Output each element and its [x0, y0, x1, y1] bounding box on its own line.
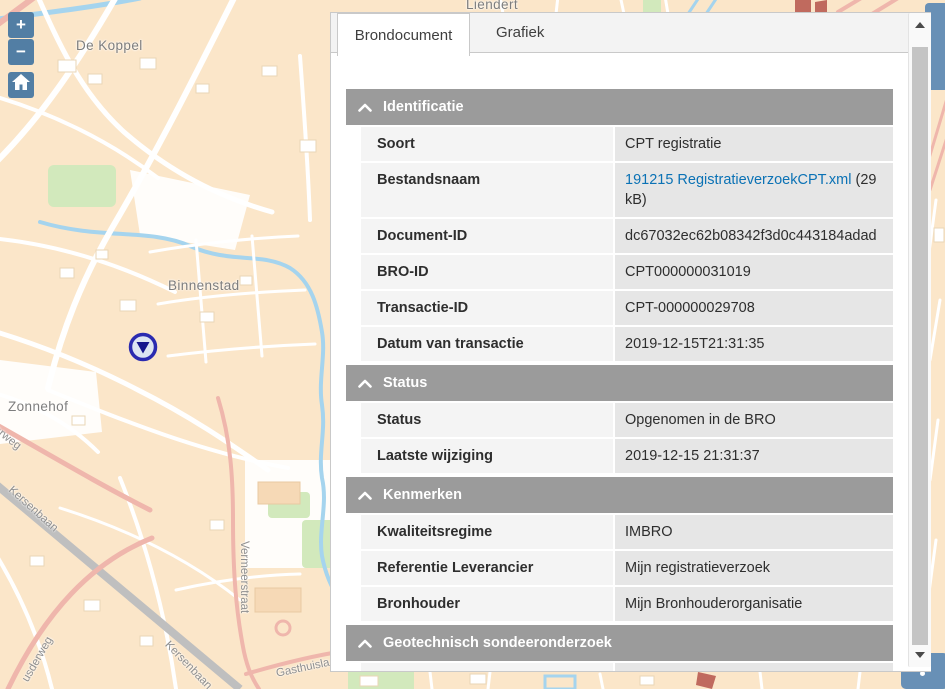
tab-bar: Brondocument Grafiek	[331, 13, 931, 53]
row-value: 2019-12-15 21:31:37	[615, 439, 893, 473]
chevron-up-icon	[358, 379, 372, 388]
section-header-status[interactable]: Status	[346, 365, 893, 401]
detail-panel: Brondocument Grafiek IdentificatieSoortC…	[330, 12, 931, 672]
row-value: dc67032ec62b08342f3d0c443184adad	[615, 219, 893, 253]
section-title: Kenmerken	[383, 487, 462, 503]
section-header-identificatie[interactable]: Identificatie	[346, 89, 893, 125]
zoom-controls: + −	[8, 12, 34, 65]
row-value: 2019-12-15T21:31:35	[615, 327, 893, 361]
row-label: Uitvoerder	[361, 663, 613, 671]
scroll-down-button[interactable]	[915, 652, 925, 658]
zoom-out-button[interactable]: −	[8, 39, 34, 65]
row-value: Mijn registratieverzoek	[615, 551, 893, 585]
detail-row: Datum van transactie2019-12-15T21:31:35	[361, 327, 893, 361]
row-value: 50200097	[615, 663, 893, 671]
detail-row: BRO-IDCPT000000031019	[361, 255, 893, 289]
row-label: Bronhouder	[361, 587, 613, 621]
section-title: Geotechnisch sondeeronderzoek	[383, 635, 612, 651]
row-label: Transactie-ID	[361, 291, 613, 325]
detail-row: BronhouderMijn Bronhouderorganisatie	[361, 587, 893, 621]
section-header-geotechnisch-sondeeronderzoek[interactable]: Geotechnisch sondeeronderzoek	[346, 625, 893, 661]
section-header-kenmerken[interactable]: Kenmerken	[346, 477, 893, 513]
chevron-up-icon	[358, 491, 372, 500]
detail-row: KwaliteitsregimeIMBRO	[361, 515, 893, 549]
app-window: De KoppelLiendertBinnenstadZonnehofkerwe…	[0, 0, 945, 689]
row-label: BRO-ID	[361, 255, 613, 289]
detail-row: Document-IDdc67032ec62b08342f3d0c443184a…	[361, 219, 893, 253]
home-button[interactable]	[8, 72, 34, 98]
zoom-in-button[interactable]: +	[8, 12, 34, 38]
detail-row: StatusOpgenomen in de BRO	[361, 403, 893, 437]
scroll-up-button[interactable]	[915, 22, 925, 28]
row-value: CPT-000000029708	[615, 291, 893, 325]
row-label: Soort	[361, 127, 613, 161]
detail-row: Referentie LeverancierMijn registratieve…	[361, 551, 893, 585]
chevron-up-icon	[358, 103, 372, 112]
scrollbar-thumb[interactable]	[912, 47, 928, 645]
tab-brondocument[interactable]: Brondocument	[337, 13, 470, 56]
file-download-link[interactable]: 191215 RegistratieverzoekCPT.xml	[625, 172, 851, 188]
section-title: Identificatie	[383, 99, 464, 115]
panel-content: Identificatie SoortCPT registratieBestand…	[331, 64, 931, 671]
row-label: Laatste wijziging	[361, 439, 613, 473]
detail-row: Transactie-IDCPT-000000029708	[361, 291, 893, 325]
chevron-up-icon	[358, 639, 372, 648]
row-value: IMBRO	[615, 515, 893, 549]
tab-grafiek[interactable]: Grafiek	[470, 13, 570, 52]
row-label: Datum van transactie	[361, 327, 613, 361]
row-value: 191215 RegistratieverzoekCPT.xml (29 kB)	[615, 163, 893, 217]
home-icon	[11, 73, 31, 91]
row-label: Referentie Leverancier	[361, 551, 613, 585]
detail-row: Bestandsnaam191215 RegistratieverzoekCPT…	[361, 163, 893, 217]
detail-row: Laatste wijziging2019-12-15 21:31:37	[361, 439, 893, 473]
row-label: Document-ID	[361, 219, 613, 253]
map-marker[interactable]	[126, 330, 160, 364]
detail-row: SoortCPT registratie	[361, 127, 893, 161]
panel-scrollbar[interactable]	[908, 13, 931, 667]
detail-row: Uitvoerder50200097	[361, 663, 893, 671]
section-title: Status	[383, 375, 427, 391]
row-value: CPT000000031019	[615, 255, 893, 289]
row-value: Opgenomen in de BRO	[615, 403, 893, 437]
row-label: Bestandsnaam	[361, 163, 613, 217]
row-value: Mijn Bronhouderorganisatie	[615, 587, 893, 621]
row-value: CPT registratie	[615, 127, 893, 161]
row-label: Kwaliteitsregime	[361, 515, 613, 549]
row-label: Status	[361, 403, 613, 437]
